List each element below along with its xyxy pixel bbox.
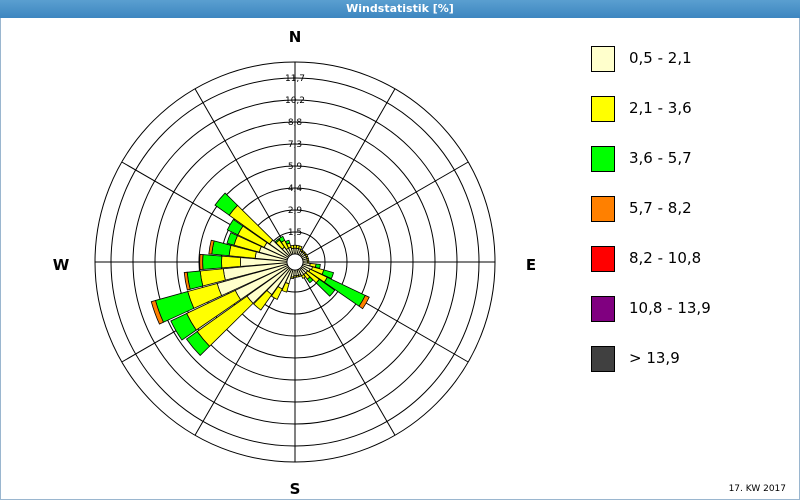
grid-spoke bbox=[300, 88, 396, 252]
legend-label: 0,5 - 2,1 bbox=[629, 49, 692, 67]
wind-statistics-window: Windstatistik [%] 1,5 2,9 4,4 5,9 7,3 8,8 10,2… bbox=[0, 0, 800, 500]
radial-tick-label: 5,9 bbox=[288, 162, 303, 172]
wedge-dir-80-class-1 bbox=[306, 258, 310, 262]
legend-swatch bbox=[591, 246, 615, 272]
legend-swatch bbox=[591, 196, 615, 222]
radial-tick-label: 7,3 bbox=[288, 140, 302, 150]
compass-label-w: W bbox=[53, 256, 70, 274]
wedge-dir-90-class-1 bbox=[306, 260, 310, 264]
wind-rose-wedges bbox=[150, 192, 370, 357]
legend-label: 2,1 - 3,6 bbox=[629, 99, 692, 117]
compass-label-n: N bbox=[289, 28, 302, 46]
compass-label-e: E bbox=[526, 256, 536, 274]
legend-swatch bbox=[591, 96, 615, 122]
radial-tick-label: 10,2 bbox=[285, 96, 305, 106]
legend-swatch bbox=[591, 46, 615, 72]
legend-swatch bbox=[591, 146, 615, 172]
legend-label: 10,8 - 13,9 bbox=[629, 299, 711, 317]
legend-label: > 13,9 bbox=[629, 349, 680, 367]
legend-label: 3,6 - 5,7 bbox=[629, 149, 692, 167]
radial-tick-label: 11,7 bbox=[285, 74, 305, 84]
legend-label: 5,7 - 8,2 bbox=[629, 199, 692, 217]
radial-tick-label: 4,4 bbox=[288, 184, 303, 194]
legend-swatch bbox=[591, 296, 615, 322]
grid-spoke bbox=[305, 161, 469, 257]
wedge-dir-350-class-1 bbox=[290, 244, 295, 250]
wedge-dir-20-class-1 bbox=[298, 245, 303, 250]
wedge-dir-170-class-1 bbox=[295, 274, 300, 278]
radial-tick-label: 2,9 bbox=[288, 206, 303, 216]
compass-label-s: S bbox=[290, 480, 301, 498]
wedge-dir-0-class-1 bbox=[293, 244, 297, 249]
wedge-dir-270-class-2 bbox=[202, 254, 223, 270]
wedge-dir-270-class-3 bbox=[199, 253, 204, 271]
calendar-week-label: 17. KW 2017 bbox=[728, 484, 786, 494]
wedge-dir-180-class-1 bbox=[293, 275, 297, 278]
radial-tick-label: 1,5 bbox=[288, 228, 302, 238]
wedge-dir-340-class-2 bbox=[285, 239, 291, 245]
legend-label: 8,2 - 10,8 bbox=[629, 249, 702, 267]
radial-tick-label: 8,8 bbox=[288, 118, 303, 128]
wedge-dir-270-class-1 bbox=[221, 255, 242, 269]
legend-swatch bbox=[591, 346, 615, 372]
